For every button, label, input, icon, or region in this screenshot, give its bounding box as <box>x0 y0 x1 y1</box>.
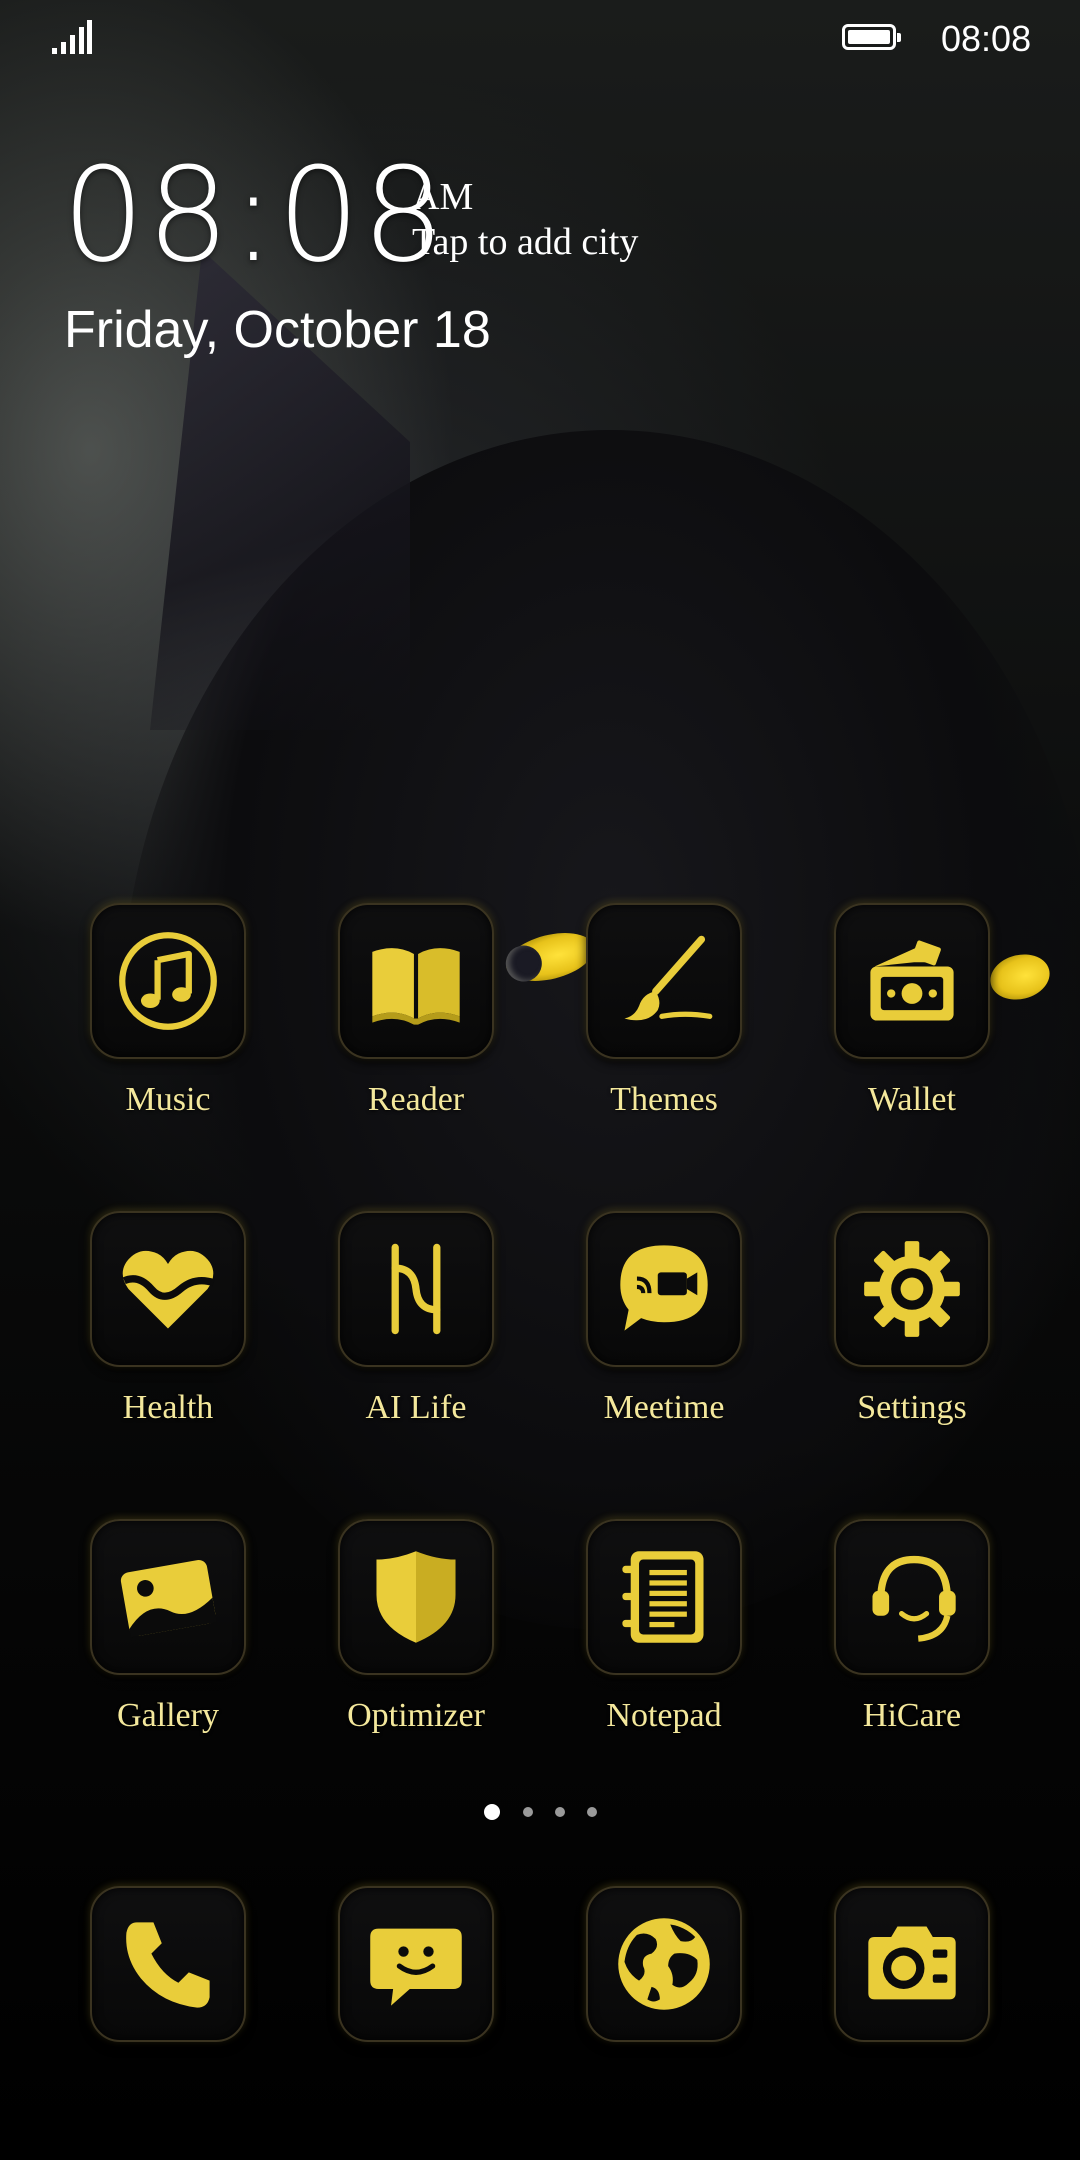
clock-ampm: AM <box>412 176 474 218</box>
message-icon <box>338 1886 494 2042</box>
wallet-icon <box>834 903 990 1059</box>
app-optimizer[interactable]: Optimizer <box>298 1519 498 1759</box>
camera-icon <box>834 1886 990 2042</box>
page-dot-2[interactable] <box>523 1807 533 1817</box>
dock-phone[interactable] <box>50 1886 250 2126</box>
app-label: Themes <box>610 1081 718 1118</box>
app-ai-life[interactable]: AI Life <box>298 1211 498 1451</box>
app-reader[interactable]: Reader <box>298 903 498 1143</box>
dock-camera[interactable] <box>794 1886 994 2126</box>
status-time: 08:08 <box>941 18 1032 59</box>
app-label: Health <box>122 1389 214 1426</box>
dock-messages[interactable] <box>298 1886 498 2126</box>
app-label: Notepad <box>606 1697 722 1734</box>
app-label: Meetime <box>603 1389 725 1426</box>
app-gallery[interactable]: Gallery <box>50 1519 250 1759</box>
page-dot-1[interactable] <box>484 1804 500 1820</box>
book-icon <box>338 903 494 1059</box>
clock-time[interactable]: 08:08 <box>62 150 447 280</box>
battery-icon <box>842 24 901 50</box>
app-music[interactable]: Music <box>50 903 250 1143</box>
app-label: AI Life <box>365 1389 467 1426</box>
heart-icon <box>90 1211 246 1367</box>
app-meetime[interactable]: Meetime <box>546 1211 746 1451</box>
paintbrush-icon <box>586 903 742 1059</box>
photo-icon <box>90 1519 246 1675</box>
dock-browser[interactable] <box>546 1886 746 2126</box>
phone-icon <box>90 1886 246 2042</box>
ai-life-icon <box>338 1211 494 1367</box>
app-hicare[interactable]: HiCare <box>794 1519 994 1759</box>
app-label: Settings <box>857 1389 967 1426</box>
app-label: Optimizer <box>347 1697 485 1734</box>
app-themes[interactable]: Themes <box>546 903 746 1143</box>
page-dot-4[interactable] <box>587 1807 597 1817</box>
app-settings[interactable]: Settings <box>794 1211 994 1451</box>
globe-icon <box>586 1886 742 2042</box>
app-label: Reader <box>367 1081 465 1118</box>
app-label: HiCare <box>862 1697 962 1734</box>
page-indicator[interactable] <box>0 1802 1080 1822</box>
app-label: Gallery <box>117 1697 219 1734</box>
signal-icon <box>52 20 92 54</box>
status-bar: 08:08 <box>0 0 1080 80</box>
music-icon <box>90 903 246 1059</box>
app-notepad[interactable]: Notepad <box>546 1519 746 1759</box>
app-health[interactable]: Health <box>50 1211 250 1451</box>
gear-icon <box>834 1211 990 1367</box>
notepad-icon <box>586 1519 742 1675</box>
app-label: Wallet <box>868 1081 956 1118</box>
app-wallet[interactable]: Wallet <box>794 903 994 1143</box>
clock-date[interactable]: Friday, October 18 <box>64 300 491 360</box>
add-city-link[interactable]: Tap to add city <box>412 220 638 264</box>
page-dot-3[interactable] <box>555 1807 565 1817</box>
video-chat-icon <box>586 1211 742 1367</box>
headset-icon <box>834 1519 990 1675</box>
shield-icon <box>338 1519 494 1675</box>
app-label: Music <box>125 1081 211 1118</box>
